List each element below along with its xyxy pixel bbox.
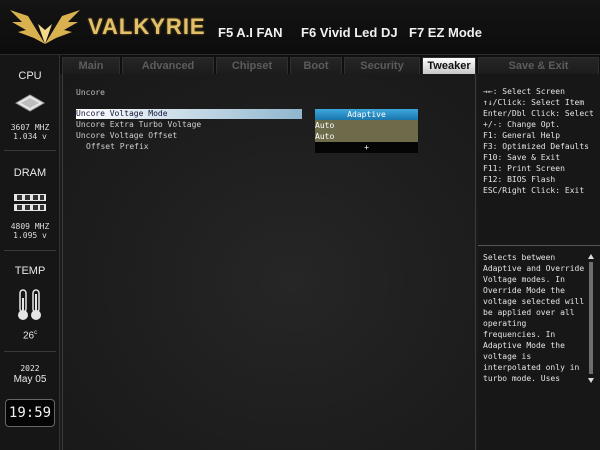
date-year: 2022: [20, 364, 40, 373]
uncore-extra-turbo-voltage-label[interactable]: Uncore Extra Turbo Voltage: [76, 120, 302, 130]
brand-title: VALKYRIE: [88, 14, 206, 39]
temperature-value: 26: [22, 330, 35, 342]
section-title: Uncore: [76, 88, 105, 97]
description-line: Adaptive and Override: [483, 264, 585, 273]
description-line: voltage selected will: [483, 297, 585, 306]
vivid-led-dj-button[interactable]: F6 Vivid Led DJ: [301, 25, 398, 40]
uncore-voltage-offset-label[interactable]: Uncore Voltage Offset: [76, 131, 302, 141]
help-key-line: F11: Print Screen: [483, 164, 565, 173]
cpu-title: CPU: [18, 70, 42, 82]
tab-tweaker[interactable]: Tweaker: [422, 57, 476, 74]
scroll-up-arrow-icon[interactable]: [588, 254, 594, 259]
help-key-line: ESC/Right Click: Exit: [483, 186, 585, 195]
sidebar-divider: [4, 351, 56, 352]
cpu-voltage: 1.034 v: [13, 132, 47, 141]
date-day: May 05: [13, 374, 47, 385]
item-description: Selects between Adaptive and Override Vo…: [483, 252, 588, 384]
description-line: Voltage modes. In: [483, 275, 565, 284]
settings-panel: Uncore Uncore Voltage Mode Adaptive Unco…: [62, 74, 476, 450]
header-bar: VALKYRIE F5 A.I FAN F6 Vivid Led DJ F7 E…: [0, 0, 600, 55]
dram-module-icon: [14, 194, 46, 211]
sidebar-divider: [4, 150, 56, 151]
scroll-thumb[interactable]: [589, 262, 593, 374]
valkyrie-wings-logo: [10, 10, 80, 44]
description-line: Selects between: [483, 253, 556, 262]
temperature-unit: c: [34, 330, 38, 336]
uncore-voltage-mode-value[interactable]: Adaptive: [315, 109, 418, 120]
help-divider: [478, 245, 600, 246]
sidebar-divider: [4, 250, 56, 251]
help-key-line: F1: General Help: [483, 131, 561, 140]
tab-security[interactable]: Security: [344, 57, 420, 74]
help-key-line: ↑↓/Click: Select Item: [483, 98, 585, 107]
uncore-voltage-offset-value[interactable]: Auto: [315, 131, 418, 142]
help-key-line: F10: Save & Exit: [483, 153, 561, 162]
dram-title: DRAM: [13, 167, 47, 179]
offset-prefix-label[interactable]: Offset Prefix: [76, 142, 302, 152]
help-key-line: F3: Optimized Defaults: [483, 142, 589, 151]
description-line: Override Mode the: [483, 286, 565, 295]
temp-title: TEMP: [14, 265, 46, 277]
description-line: operating: [483, 319, 527, 328]
description-line: Adaptive Mode the: [483, 341, 565, 350]
scroll-down-arrow-icon[interactable]: [588, 378, 594, 383]
temperature-readout: 26c: [0, 330, 60, 341]
cpu-chip-icon: [14, 94, 46, 112]
tab-chipset[interactable]: Chipset: [216, 57, 288, 74]
description-scrollbar[interactable]: [588, 254, 595, 386]
description-line: voltage is: [483, 352, 532, 361]
ez-mode-button[interactable]: F7 EZ Mode: [409, 25, 482, 40]
ai-fan-button[interactable]: F5 A.I FAN: [218, 25, 283, 40]
offset-prefix-value[interactable]: +: [315, 142, 418, 153]
thermometer-icon: [18, 289, 41, 320]
description-line: frequencies. In: [483, 330, 556, 339]
tab-boot[interactable]: Boot: [290, 57, 342, 74]
status-sidebar: CPU 3607 MHZ 1.034 v DRAM 4809 MHZ 1.095…: [0, 55, 60, 450]
help-panel: →←: Select Screen ↑↓/Click: Select Item …: [478, 74, 600, 450]
uncore-voltage-mode-label[interactable]: Uncore Voltage Mode: [76, 109, 302, 119]
description-line: interpolated only in: [483, 363, 580, 372]
description-line: turbo mode. Uses: [483, 374, 561, 383]
help-key-line: +/-: Change Opt.: [483, 120, 561, 129]
dram-voltage: 1.095 v: [13, 231, 47, 240]
clock-display: 19:59: [5, 399, 55, 427]
help-key-line: Enter/Dbl Click: Select: [483, 109, 594, 118]
uncore-extra-turbo-voltage-value[interactable]: Auto: [315, 120, 418, 131]
tab-save-exit[interactable]: Save & Exit: [478, 57, 599, 74]
tab-main[interactable]: Main: [62, 57, 120, 74]
help-key-line: F12: BIOS Flash: [483, 175, 556, 184]
help-key-line: →←: Select Screen: [483, 87, 565, 96]
tab-advanced[interactable]: Advanced: [122, 57, 214, 74]
description-line: be applied over all: [483, 308, 575, 317]
tab-bar: Main Advanced Chipset Boot Security Twea…: [60, 55, 600, 74]
